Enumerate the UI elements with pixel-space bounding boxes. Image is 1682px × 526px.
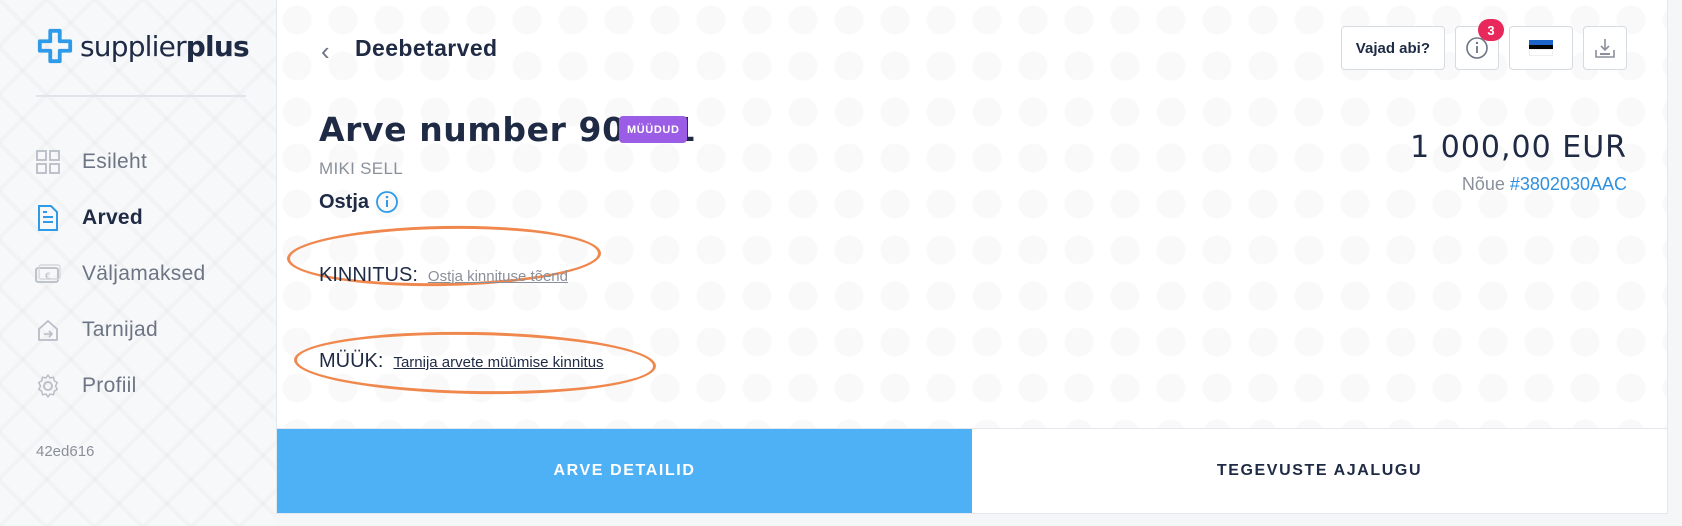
- language-selector[interactable]: [1509, 26, 1573, 70]
- sale-label: MÜÜK:: [319, 350, 384, 372]
- sidebar-item-label: Arved: [82, 206, 144, 229]
- sidebar-item-tarnijad[interactable]: Tarnijad: [34, 302, 206, 358]
- tab-activity-history[interactable]: TEGEVUSTE AJALUGU: [972, 429, 1667, 513]
- claim-label: Nõue: [1461, 174, 1505, 194]
- sidebar-item-label: Väljamaksed: [82, 262, 206, 285]
- gear-icon: [34, 372, 62, 400]
- invoice-tabs: ARVE DETAILID TEGEVUSTE AJALUGU: [276, 428, 1668, 514]
- claim-link[interactable]: #3802030AAC: [1510, 174, 1627, 194]
- dashboard-icon: [34, 148, 62, 176]
- brand-name: supplierplus: [80, 29, 250, 63]
- sidebar-item-label: Tarnijad: [82, 318, 158, 341]
- status-badge: MÜÜDUD: [619, 116, 688, 143]
- invoice-amount: 1 000,00 EUR: [1410, 130, 1627, 165]
- svg-text:€: €: [45, 272, 51, 282]
- sale-row: MÜÜK: Tarnija arvete müümise kinnitus: [319, 350, 604, 373]
- brand-name-bold: plus: [185, 29, 250, 63]
- sidebar-item-esileht[interactable]: Esileht: [34, 134, 206, 190]
- confirmation-row: KINNITUS: Ostja kinnituse tõend: [319, 264, 568, 287]
- confirmation-link[interactable]: Ostja kinnituse tõend: [428, 268, 568, 285]
- sidebar-item-profiil[interactable]: Profiil: [34, 358, 206, 414]
- sale-link[interactable]: Tarnija arvete müümise kinnitus: [393, 354, 603, 371]
- invoice-card: ‹ Deebetarved Vajad abi? 3 Arve number 9…: [276, 0, 1668, 428]
- logo-mark-icon: [37, 28, 73, 64]
- header-actions: Vajad abi? 3: [1340, 19, 1627, 70]
- claim-reference: Nõue #3802030AAC: [1462, 174, 1627, 195]
- sidebar-item-valjamaksed[interactable]: € Väljamaksed: [34, 246, 206, 302]
- sidebar: supplierplus Esileht Arved € Väljamaksed: [0, 0, 276, 526]
- help-button[interactable]: Vajad abi?: [1340, 26, 1445, 70]
- buyer-info-icon[interactable]: [375, 190, 399, 214]
- payment-icon: €: [34, 260, 62, 288]
- tab-invoice-details[interactable]: ARVE DETAILID: [277, 429, 972, 513]
- suppliers-icon: [34, 316, 62, 344]
- estonia-flag-icon: [1529, 40, 1553, 57]
- download-icon: [1595, 39, 1615, 58]
- app-version: 42ed616: [36, 443, 95, 460]
- confirmation-label: KINNITUS:: [319, 264, 418, 286]
- notification-badge: 3: [1478, 19, 1504, 41]
- sidebar-nav: Esileht Arved € Väljamaksed Tarnijad Pro…: [34, 134, 206, 414]
- notifications-button[interactable]: 3: [1455, 19, 1504, 70]
- back-button[interactable]: ‹: [321, 36, 330, 67]
- seller-name: MIKI SELL: [319, 159, 403, 178]
- buyer-label: Ostja: [319, 190, 370, 213]
- sidebar-item-label: Esileht: [82, 150, 148, 173]
- brand-logo[interactable]: supplierplus: [36, 26, 250, 66]
- sidebar-divider: [36, 95, 246, 97]
- page-title: Deebetarved: [355, 35, 498, 61]
- buyer-label-row: Ostja: [319, 190, 399, 214]
- brand-name-regular: supplier: [80, 29, 187, 63]
- sidebar-item-arved[interactable]: Arved: [34, 190, 206, 246]
- download-button[interactable]: [1583, 26, 1627, 70]
- document-icon: [34, 204, 62, 232]
- sidebar-item-label: Profiil: [82, 374, 137, 397]
